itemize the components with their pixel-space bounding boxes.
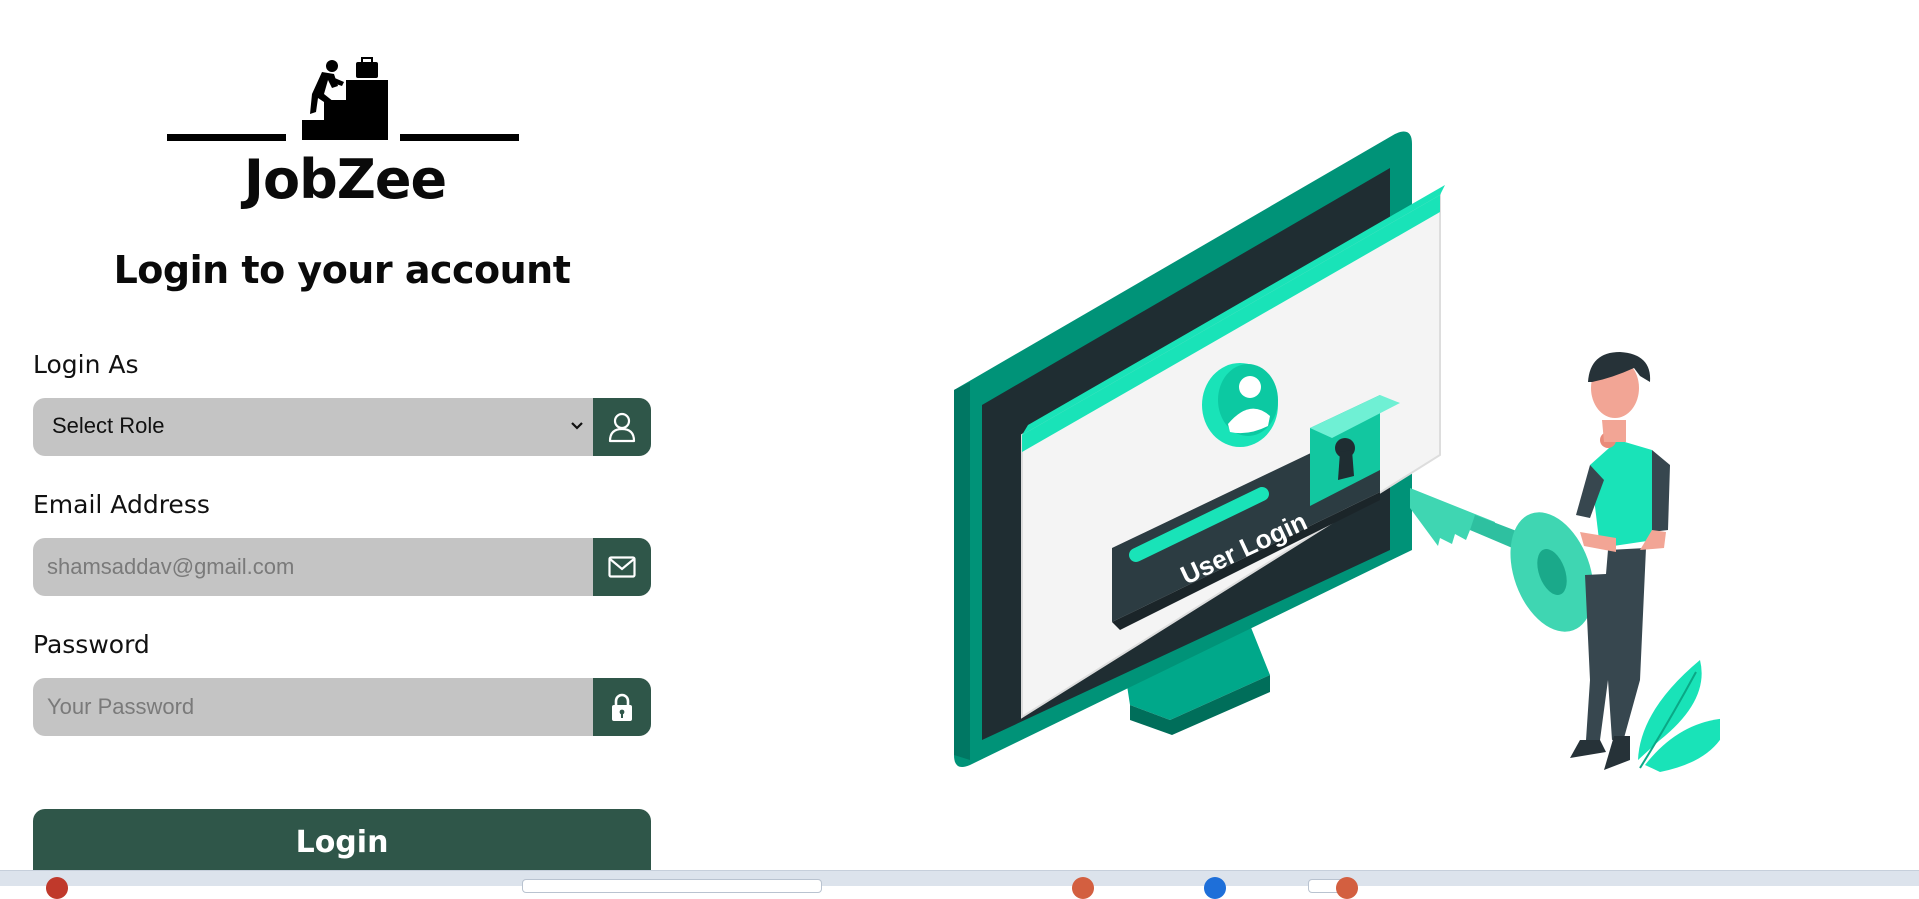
taskbar: [0, 870, 1919, 899]
role-select-value: Select Role: [52, 413, 165, 438]
login-illustration: User Login: [954, 131, 1720, 772]
brand-name: JobZee: [243, 148, 447, 211]
key: [1410, 488, 1495, 546]
password-icon-box: [593, 678, 651, 736]
taskbar-app-icon[interactable]: [1204, 877, 1226, 899]
password-field-wrap: [33, 678, 651, 736]
lock-icon: [612, 693, 632, 721]
mail-icon: [608, 556, 636, 578]
email-label: Email Address: [33, 490, 210, 519]
logo-right-line: [400, 134, 519, 141]
password-label: Password: [33, 630, 150, 659]
role-select-field[interactable]: Select Role: [33, 398, 651, 456]
user-icon: [608, 412, 636, 443]
password-field[interactable]: [33, 678, 593, 736]
page-title: Login to your account: [113, 248, 571, 292]
email-icon-box: [593, 538, 651, 596]
climbing-stairs-icon: [302, 57, 388, 140]
person: [1590, 440, 1654, 548]
role-select[interactable]: Select Role: [33, 398, 593, 456]
brand-logo: JobZee: [160, 48, 530, 218]
role-label: Login As: [33, 350, 139, 379]
taskbar-app-icon[interactable]: [46, 877, 68, 899]
role-icon-box: [593, 398, 651, 456]
logo-left-line: [167, 134, 286, 141]
email-field[interactable]: [33, 538, 593, 596]
taskbar-tab[interactable]: [522, 879, 822, 893]
taskbar-app-icon[interactable]: [1072, 877, 1094, 899]
email-field-wrap: [33, 538, 651, 596]
login-panel: JobZee Login to your account Login As Se…: [0, 0, 720, 885]
chevron-down-icon: [571, 422, 583, 430]
taskbar-app-icon[interactable]: [1336, 877, 1358, 899]
